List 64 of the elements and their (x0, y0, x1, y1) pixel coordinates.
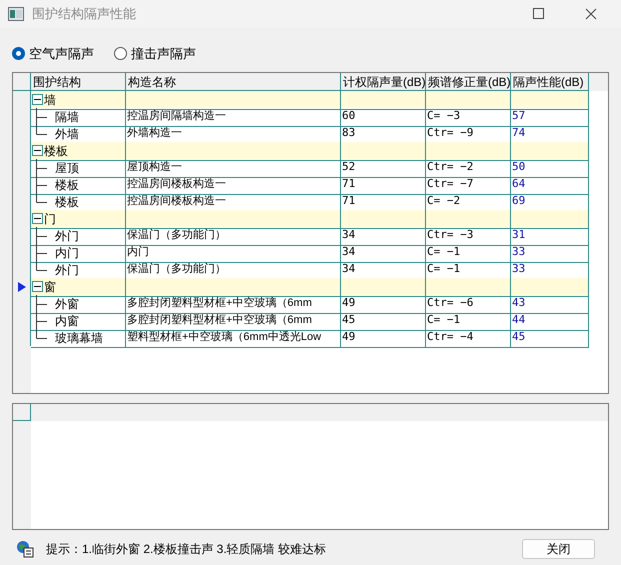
row-pointer-icon (18, 282, 26, 292)
table-cell: 43 (511, 294, 589, 314)
collapse-icon[interactable] (32, 145, 43, 156)
part-label: 内窗 (54, 312, 79, 330)
table-cell: 多腔封闭塑料型材框+中空玻璃（6mm (126, 312, 341, 330)
part-label: 屋顶 (54, 160, 79, 176)
table-cell: 34 (341, 244, 426, 262)
table-cell: 50 (511, 158, 589, 178)
globe-document-icon (16, 540, 34, 558)
part-label: 楼板 (54, 176, 79, 194)
table-cell: 多腔封闭塑料型材框+中空玻璃（6mm (126, 294, 341, 314)
tree-line-icon (36, 226, 47, 244)
table-cell: 塑料型材框+中空玻璃（6mm中透光Low (126, 328, 341, 348)
table-cell: 45 (511, 328, 589, 348)
collapse-icon[interactable] (32, 281, 43, 292)
tree-line-icon (36, 158, 47, 176)
part-label: 外墙 (54, 126, 79, 142)
table-cell: 控温房间隔墙构造一 (126, 108, 341, 126)
tree-line-icon (36, 294, 47, 312)
collapse-icon[interactable] (32, 213, 43, 224)
table-cell: 控温房间楼板构造一 (126, 176, 341, 194)
table-cell: 33 (511, 244, 589, 262)
group-label: 楼板 (44, 142, 68, 160)
radio-option[interactable]: 空气声隔声 (12, 44, 94, 64)
maximize-icon (533, 8, 545, 20)
table-cell: 49 (341, 294, 426, 314)
part-label: 外门 (54, 262, 79, 278)
table-cell: C= −1 (426, 312, 511, 330)
table-cell: Ctr= −2 (426, 158, 511, 178)
part-label: 内门 (54, 244, 79, 262)
table-cell: 57 (511, 108, 589, 126)
table-cell: Ctr= −3 (426, 226, 511, 246)
table-cell: 31 (511, 226, 589, 246)
radio-option[interactable]: 撞击声隔声 (114, 44, 196, 64)
close-button[interactable]: 关闭 (522, 538, 595, 558)
collapse-icon[interactable] (32, 94, 43, 105)
app-icon (8, 7, 24, 21)
table-cell: Ctr= −4 (426, 328, 511, 348)
group-label: 窗 (44, 278, 56, 296)
table-cell: 45 (341, 312, 426, 330)
group-label: 墙 (44, 92, 56, 108)
table-cell: 60 (341, 108, 426, 126)
group-label: 门 (44, 210, 56, 228)
part-label: 玻璃幕墙 (54, 330, 103, 346)
table-cell: 内门 (126, 244, 341, 262)
window-title: 围护结构隔声性能 (32, 5, 136, 24)
table-cell: C= −3 (426, 108, 511, 126)
table-cell: 屋顶构造一 (126, 158, 341, 178)
table-cell: C= −1 (426, 244, 511, 262)
table-cell: 64 (511, 176, 589, 194)
table-cell: 71 (341, 176, 426, 194)
part-label: 隔墙 (54, 108, 79, 126)
part-label: 外门 (54, 228, 79, 244)
hint-text: 提示：1.临街外窗 2.楼板撞击声 3.轻质隔墙 较难达标 (46, 540, 326, 558)
table-cell: 44 (511, 312, 589, 330)
table-cell: 34 (341, 226, 426, 246)
part-label: 外窗 (54, 296, 79, 312)
row-header-strip (13, 346, 31, 392)
table-cell: Ctr= −6 (426, 294, 511, 314)
table-cell: Ctr= −7 (426, 176, 511, 194)
table-cell: 保温门（多功能门） (126, 226, 341, 246)
table-cell: 52 (341, 158, 426, 178)
part-label: 楼板 (54, 194, 79, 210)
table-cell: 49 (341, 328, 426, 348)
